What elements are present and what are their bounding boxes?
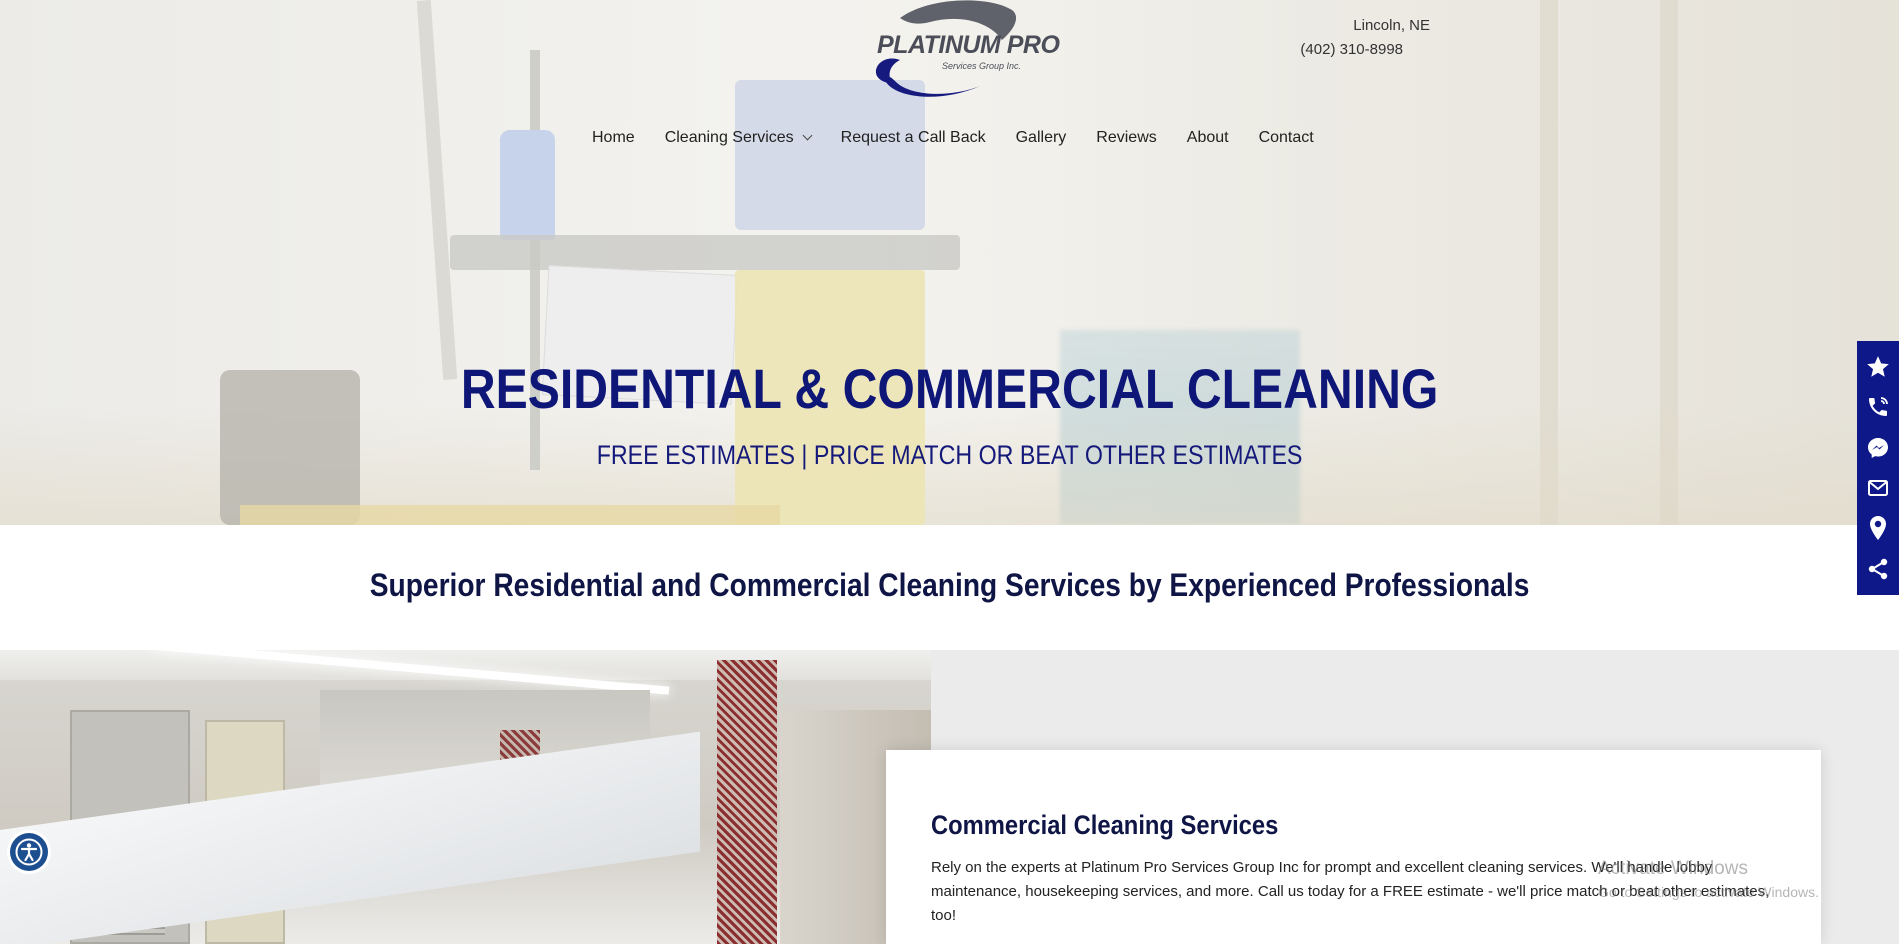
logo-title: PLATINUM PRO <box>877 31 1060 59</box>
hero-subtitle: FREE ESTIMATES | PRICE MATCH OR BEAT OTH… <box>596 440 1303 470</box>
site-logo[interactable]: PLATINUM PRO Services Group Inc. <box>870 0 1060 104</box>
commercial-bathroom-image <box>0 650 931 944</box>
hero-background-cart-base <box>240 505 780 525</box>
nav-item-cleaning-services[interactable]: Cleaning Services <box>664 129 813 147</box>
hero-background-cart-shelf <box>450 235 960 270</box>
nav-item-home[interactable]: Home <box>592 129 635 147</box>
nav-item-label: Gallery <box>1015 129 1067 146</box>
card-title: Commercial Cleaning Services <box>931 810 1279 840</box>
nav-item-label: Contact <box>1258 129 1314 146</box>
nav-item-reviews[interactable]: Reviews <box>1096 129 1156 147</box>
hero-title: RESIDENTIAL & COMMERCIAL CLEANING <box>460 357 1439 420</box>
nav-item-contact[interactable]: Contact <box>1259 129 1314 147</box>
os-watermark-subtitle: Go to Settings to activate Windows. <box>1598 884 1819 900</box>
nav-item-request-call-back[interactable]: Request a Call Back <box>841 129 986 147</box>
chevron-down-icon <box>802 130 813 141</box>
star-icon[interactable] <box>1857 347 1899 387</box>
map-pin-icon[interactable] <box>1857 508 1899 548</box>
header-contact: Lincoln, NE (402) 310-8998 <box>1300 14 1430 62</box>
main-nav: Home Cleaning Services Request a Call Ba… <box>592 129 1314 147</box>
accessibility-icon <box>10 833 48 871</box>
section-tagline: Superior Residential and Commercial Clea… <box>369 567 1530 603</box>
floating-contact-bar <box>1857 341 1899 595</box>
header-location: Lincoln, NE <box>1353 17 1430 34</box>
hero-background-bottle <box>500 130 555 240</box>
share-icon[interactable] <box>1857 549 1899 589</box>
hero-background-mop-handle <box>416 0 458 381</box>
nav-item-about[interactable]: About <box>1187 129 1229 147</box>
accessibility-button[interactable] <box>7 830 51 874</box>
nav-item-label: Reviews <box>1096 129 1157 146</box>
phone-icon[interactable] <box>1857 387 1899 427</box>
header-phone[interactable]: (402) 310-8998 <box>1300 38 1403 62</box>
nav-item-label: Request a Call Back <box>840 129 986 146</box>
mail-icon[interactable] <box>1857 468 1899 508</box>
nav-item-label: Home <box>592 129 635 146</box>
nav-item-gallery[interactable]: Gallery <box>1016 129 1067 147</box>
logo-subtitle: Services Group Inc. <box>942 61 1022 71</box>
nav-item-label: Cleaning Services <box>664 129 794 146</box>
nav-item-label: About <box>1186 129 1229 146</box>
os-watermark-title: Activate Windows <box>1598 858 1748 879</box>
commercial-services-card: Commercial Cleaning Services Rely on the… <box>886 750 1821 944</box>
image-mosaic-column <box>717 660 777 944</box>
messenger-icon[interactable] <box>1857 428 1899 468</box>
